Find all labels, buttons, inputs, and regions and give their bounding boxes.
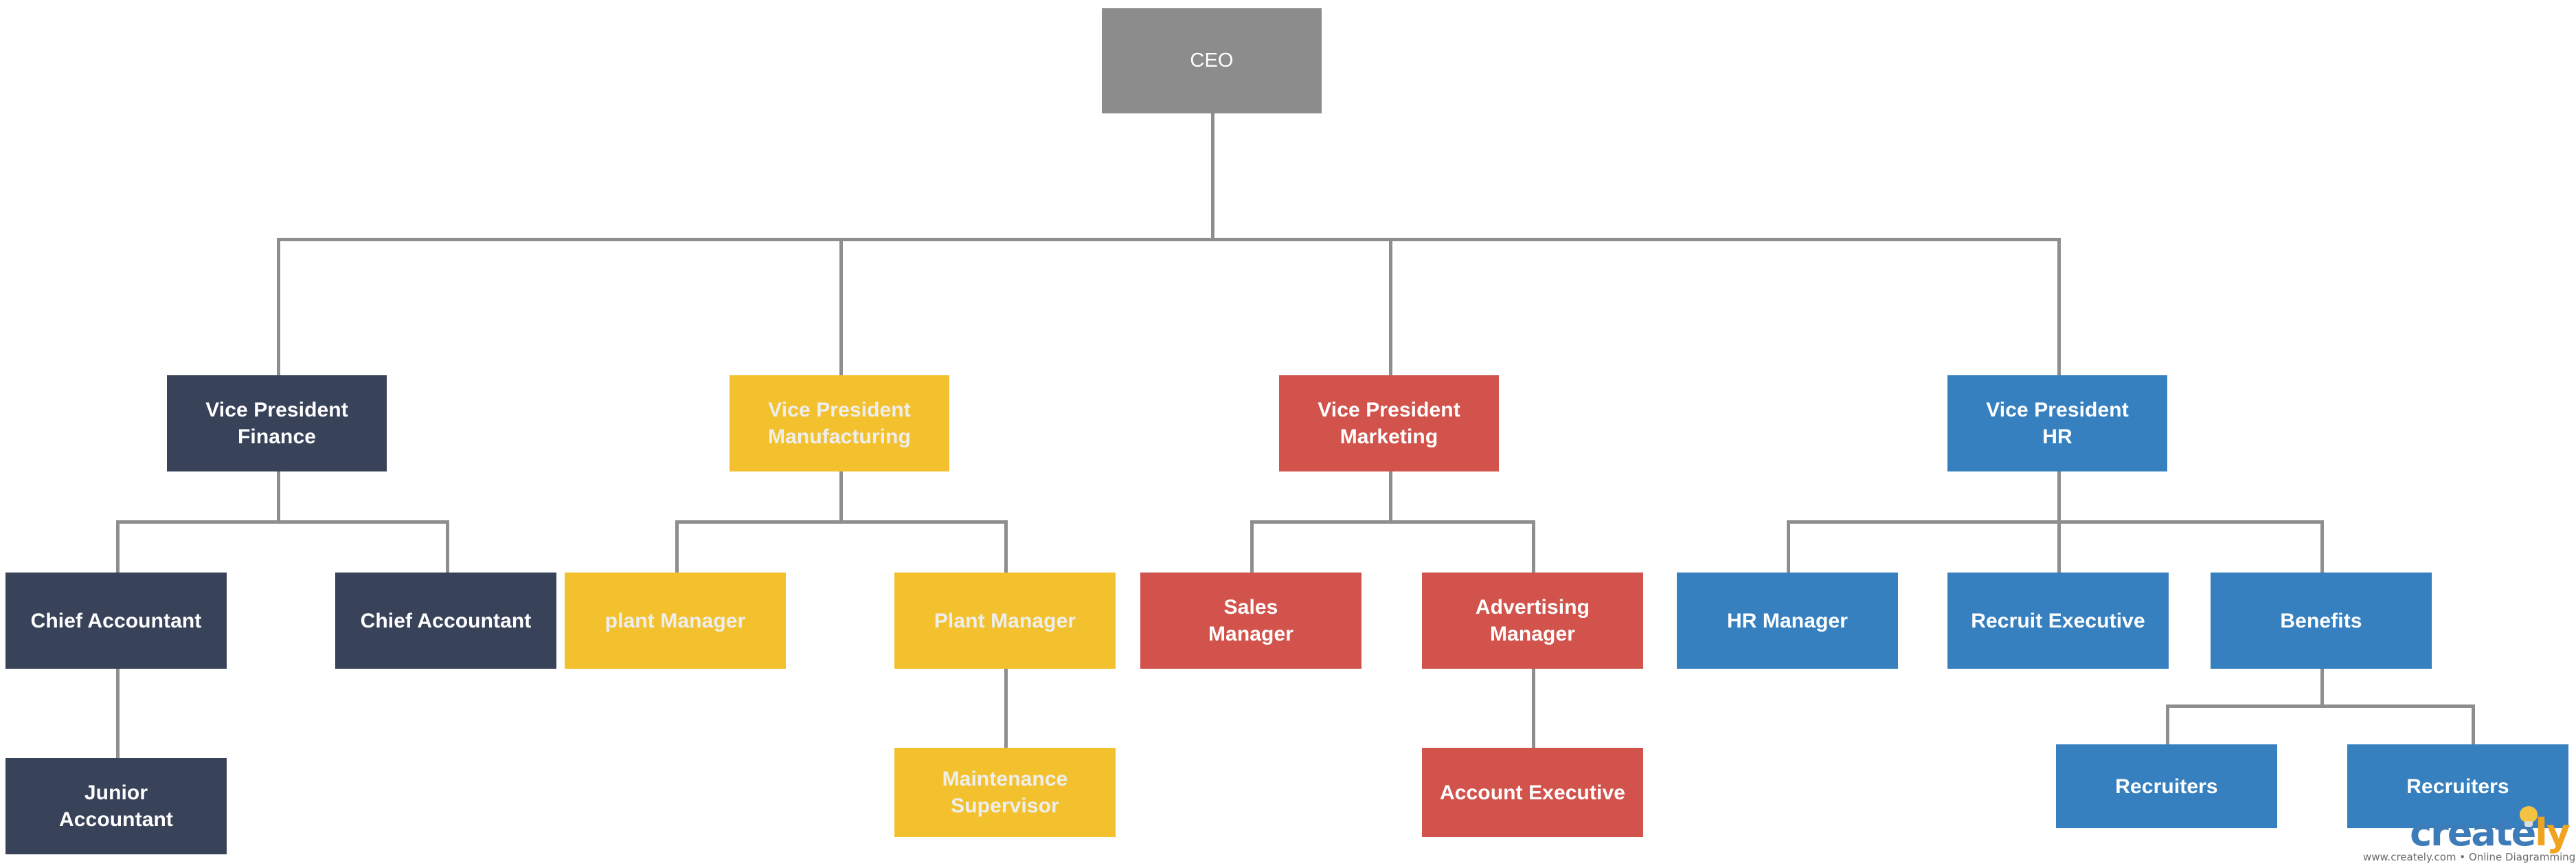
node-maintenance-supervisor-label: Maintenance Supervisor xyxy=(942,768,1068,817)
node-recruiters-2-label: Recruiters xyxy=(2406,775,2509,798)
node-vp-finance[interactable]: Vice President Finance xyxy=(167,375,387,471)
node-vp-manufacturing[interactable]: Vice President Manufacturing xyxy=(730,375,949,471)
node-benefits-label: Benefits xyxy=(2280,609,2362,632)
node-hr-manager[interactable]: HR Manager xyxy=(1677,573,1898,669)
connector-chief-accountant-1-to-junior xyxy=(116,669,120,758)
node-sales-manager-label: Sales Manager xyxy=(1208,596,1294,645)
node-vp-marketing-label: Vice President Marketing xyxy=(1318,399,1460,448)
node-ceo[interactable]: CEO xyxy=(1102,8,1322,113)
connector-ceo-bus xyxy=(277,238,2061,241)
node-chief-accountant-1[interactable]: Chief Accountant xyxy=(5,573,227,669)
node-recruiters-2[interactable]: Recruiters xyxy=(2347,744,2568,828)
node-vp-hr[interactable]: Vice President HR xyxy=(1947,375,2167,471)
node-advertising-manager-label: Advertising Manager xyxy=(1475,596,1590,645)
connector-plant-manager-2-to-maintenance xyxy=(1004,669,1008,748)
connector-bus-vp-hr xyxy=(1787,520,2324,524)
node-benefits[interactable]: Benefits xyxy=(2211,573,2432,669)
node-vp-marketing[interactable]: Vice President Marketing xyxy=(1279,375,1499,471)
node-junior-accountant[interactable]: Junior Accountant xyxy=(5,758,227,854)
node-hr-manager-label: HR Manager xyxy=(1726,609,1849,632)
node-recruiters-1-label: Recruiters xyxy=(2115,775,2218,798)
node-recruit-executive[interactable]: Recruit Executive xyxy=(1947,573,2169,669)
node-vp-finance-label: Vice President Finance xyxy=(205,399,348,448)
connector-drop-vp-marketing xyxy=(1389,238,1392,375)
org-chart-canvas: CEO Vice President Finance Vice Presiden… xyxy=(0,0,2576,866)
connector-bus-vp-finance xyxy=(116,520,449,524)
connector-drop-chief-accountant-1 xyxy=(116,520,120,574)
node-plant-manager-1-label: plant Manager xyxy=(605,609,746,632)
connector-bus-vp-manufacturing xyxy=(675,520,1008,524)
connector-drop-plant-manager-2 xyxy=(1004,520,1008,574)
connector-stem-benefits xyxy=(2320,669,2324,707)
node-recruiters-1[interactable]: Recruiters xyxy=(2056,744,2277,828)
node-junior-accountant-label: Junior Accountant xyxy=(59,781,173,831)
connector-bus-vp-marketing xyxy=(1250,520,1535,524)
node-ceo-label: CEO xyxy=(1190,49,1234,71)
connector-ceo-stem xyxy=(1211,113,1214,241)
node-advertising-manager[interactable]: Advertising Manager xyxy=(1422,573,1643,669)
node-plant-manager-2-label: Plant Manager xyxy=(934,609,1076,632)
creately-tagline: www.creately.com • Online Diagramming xyxy=(2363,851,2576,863)
connector-bus-benefits xyxy=(2166,704,2475,708)
connector-stem-vp-manufacturing xyxy=(839,471,843,522)
connector-drop-hr-manager xyxy=(1787,520,1790,574)
node-vp-hr-label: Vice President HR xyxy=(1986,399,2129,448)
connector-advertising-to-account-executive xyxy=(1532,669,1535,748)
connector-drop-recruiters-2 xyxy=(2472,704,2475,746)
node-vp-manufacturing-label: Vice President Manufacturing xyxy=(768,399,911,448)
connector-drop-advertising-manager xyxy=(1532,520,1535,574)
node-recruit-executive-label: Recruit Executive xyxy=(1971,609,2145,632)
connector-stem-vp-hr xyxy=(2057,471,2061,522)
connector-drop-chief-accountant-2 xyxy=(446,520,449,574)
node-chief-accountant-2[interactable]: Chief Accountant xyxy=(335,573,556,669)
node-sales-manager[interactable]: Sales Manager xyxy=(1140,573,1362,669)
connector-stem-vp-finance xyxy=(277,471,280,522)
connector-drop-benefits xyxy=(2320,520,2324,574)
connector-drop-sales-manager xyxy=(1250,520,1254,574)
connector-drop-plant-manager-1 xyxy=(675,520,679,574)
node-account-executive[interactable]: Account Executive xyxy=(1422,748,1643,837)
node-plant-manager-2[interactable]: Plant Manager xyxy=(894,573,1116,669)
connector-stem-vp-marketing xyxy=(1389,471,1392,522)
node-account-executive-label: Account Executive xyxy=(1439,781,1626,804)
node-chief-accountant-1-label: Chief Accountant xyxy=(30,609,202,632)
connector-drop-recruit-executive xyxy=(2057,520,2061,574)
node-chief-accountant-2-label: Chief Accountant xyxy=(360,609,532,632)
connector-drop-vp-finance xyxy=(277,238,280,375)
node-plant-manager-1[interactable]: plant Manager xyxy=(565,573,786,669)
node-maintenance-supervisor[interactable]: Maintenance Supervisor xyxy=(894,748,1116,837)
connector-drop-vp-hr xyxy=(2057,238,2061,375)
connector-drop-vp-manufacturing xyxy=(839,238,843,375)
connector-drop-recruiters-1 xyxy=(2166,704,2169,746)
